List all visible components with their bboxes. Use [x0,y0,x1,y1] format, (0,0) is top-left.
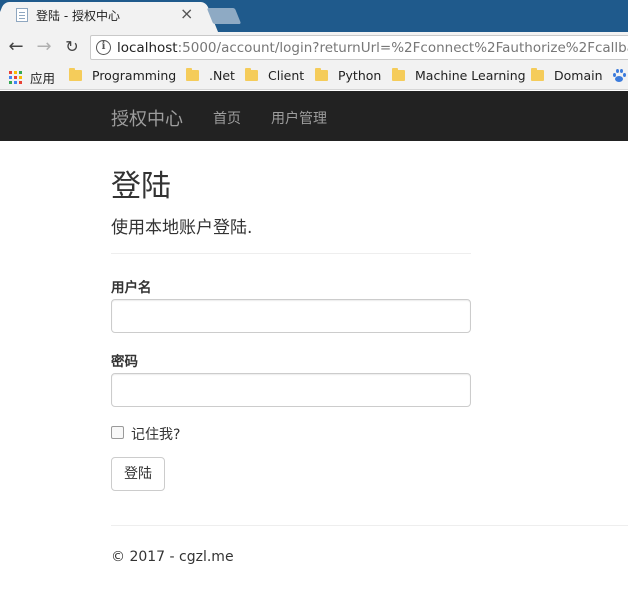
folder-icon [69,68,82,81]
nav-link-home[interactable]: 首页 [213,108,241,128]
url-path: :5000/account/login?returnUrl=%2Fconnect… [177,40,628,56]
bookmark-folder-client[interactable]: Client [245,68,304,83]
bookmark-label: Client [268,68,305,83]
baidu-paw-icon[interactable] [612,69,626,83]
site-navbar: 授权中心 首页 用户管理 [0,91,628,141]
bookmarks-bar: 应用 Programming .Net Client Python Machin… [0,62,628,90]
browser-tabstrip: 登陆 - 授权中心 × [0,0,628,32]
password-label: 密码 [111,354,138,370]
bookmark-apps-label: 应用 [30,71,56,86]
apps-grid-icon [9,71,22,84]
bookmark-folder-python[interactable]: Python [315,68,381,83]
bookmark-label: Domain [554,68,603,83]
bookmark-label: .Net [209,68,235,83]
username-input[interactable] [111,299,471,333]
password-input[interactable] [111,373,471,407]
reload-icon[interactable]: ↻ [62,36,82,58]
footer-copyright: © 2017 - cgzl.me [111,549,234,565]
bookmark-label: Programming [92,68,177,83]
divider [111,253,471,254]
page-subtitle: 使用本地账户登陆. [111,218,253,238]
back-arrow-icon[interactable]: ← [6,36,26,58]
browser-tab-title: 登陆 - 授权中心 [36,9,120,23]
folder-icon [315,68,328,81]
url-text[interactable]: localhost:5000/account/login?returnUrl=%… [117,40,628,56]
bookmark-folder-machine-learning[interactable]: Machine Learning [392,68,526,83]
bookmark-label: Machine Learning [415,68,526,83]
address-bar[interactable]: i localhost:5000/account/login?returnUrl… [90,35,628,60]
login-button[interactable]: 登陆 [111,457,165,491]
page-favicon-icon [16,8,28,22]
bookmark-folder-programming[interactable]: Programming [69,68,176,83]
bookmark-label: Python [338,68,382,83]
bookmark-folder-domain[interactable]: Domain [531,68,603,83]
new-tab-button[interactable] [206,8,242,24]
nav-link-user-management[interactable]: 用户管理 [271,108,327,128]
tab-close-icon[interactable]: × [180,5,193,23]
folder-icon [531,68,544,81]
username-label: 用户名 [111,280,152,296]
bookmark-folder-dotnet[interactable]: .Net [186,68,235,83]
footer-divider [111,525,628,526]
url-host: localhost [117,40,178,56]
remember-me-checkbox[interactable] [111,426,124,439]
info-icon[interactable]: i [96,40,111,55]
folder-icon [392,68,405,81]
folder-icon [186,68,199,81]
forward-arrow-icon[interactable]: → [34,36,54,58]
folder-icon [245,68,258,81]
browser-toolbar: ← → ↻ i localhost:5000/account/login?ret… [0,32,628,62]
navbar-brand[interactable]: 授权中心 [111,105,183,131]
remember-me-label[interactable]: 记住我? [131,424,180,444]
page-title: 登陆 [111,169,171,204]
bookmark-apps[interactable]: 应用 [9,68,55,87]
